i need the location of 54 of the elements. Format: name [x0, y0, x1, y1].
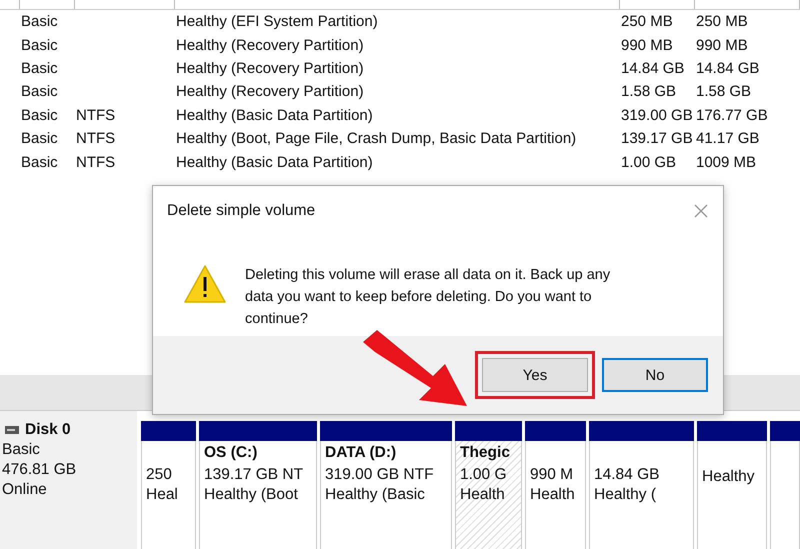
warning-icon: [183, 264, 227, 304]
dialog-button[interactable]: No: [602, 358, 708, 392]
close-icon[interactable]: [693, 203, 709, 219]
table-cell-text: Healthy (Basic Data Partition): [175, 106, 374, 124]
partition-bar: [525, 421, 586, 441]
table-cell-text: Healthy (Recovery Partition): [175, 60, 365, 77]
partition-block[interactable]: Healthy: [697, 441, 767, 549]
table-cell-text: 250 MB: [620, 13, 674, 30]
table-cell-text: Healthy (Boot, Page File, Crash Dump, Basic Data Partition): [175, 130, 578, 148]
partition-bar: [697, 421, 767, 441]
partition-bar: [770, 421, 800, 441]
table-cell-text: Basic: [20, 36, 59, 54]
partition-block[interactable]: 250 Heal: [141, 441, 196, 549]
table-cell-text: Healthy (Basic Data Partition): [175, 154, 374, 171]
table-cell-text: Healthy (Recovery Partition): [175, 36, 365, 54]
table-cell-text: Basic: [20, 13, 59, 30]
disk-name: Disk 0: [25, 421, 71, 439]
table-cell-text: 41.17 GB: [695, 130, 760, 148]
table-cell-text: 176.77 GB: [695, 106, 769, 124]
table-cell-text: Basic: [20, 130, 59, 148]
dialog-title: Delete simple volume: [167, 202, 316, 220]
table-cell-text: 139.17 GB: [620, 130, 694, 148]
table-cell-text: NTFS: [75, 130, 116, 148]
disk-type: Basic: [2, 441, 41, 459]
dialog-message: Deleting this volume will erase all data on it. Back up any data you want to keep before deleting. Do you want to continue?: [245, 266, 612, 329]
partition-block[interactable]: Thegic 1.00 G Health: [455, 441, 522, 549]
table-cell-text: Healthy (EFI System Partition): [175, 13, 379, 30]
partition-block[interactable]: DATA (D:) 319.00 GB NTF Healthy (Basic: [320, 441, 452, 549]
partition-bar: [141, 421, 196, 441]
disk-status: Online: [2, 481, 48, 499]
partition-block[interactable]: 14.84 GB Healthy (: [589, 441, 694, 549]
partition-block[interactable]: OS (C:) 139.17 GB NT Healthy (Boot: [199, 441, 317, 549]
table-cell-text: Basic: [20, 106, 59, 124]
table-cell-text: 1009 MB: [695, 154, 758, 171]
partition-bar: [455, 421, 522, 441]
table-cell-text: 990 MB: [620, 36, 674, 54]
table-cell-text: NTFS: [75, 106, 116, 124]
disk-size: 476.81 GB: [2, 461, 78, 479]
table-cell-text: Basic: [20, 154, 59, 171]
table-cell-text: 14.84 GB: [620, 60, 686, 77]
table-cell-text: Basic: [20, 60, 59, 77]
table-cell-text: 990 MB: [695, 36, 749, 54]
table-cell-text: 14.84 GB: [695, 60, 760, 77]
table-cell-text: NTFS: [75, 154, 116, 171]
table-cell-text: 250 MB: [695, 13, 749, 30]
table-cell-text: 1.58 GB: [695, 83, 752, 100]
dialog-button[interactable]: Yes: [482, 358, 588, 392]
table-cell-text: Healthy (Recovery Partition): [175, 83, 365, 100]
table-cell-text: Basic: [20, 83, 59, 100]
partition-block[interactable]: 990 M Health: [525, 441, 586, 549]
table-cell-text: 1.58 GB: [620, 83, 678, 100]
partition-block[interactable]: [770, 441, 800, 549]
table-cell-text: 1.00 GB: [620, 154, 678, 171]
table-cell-text: 319.00 GB: [620, 106, 694, 124]
